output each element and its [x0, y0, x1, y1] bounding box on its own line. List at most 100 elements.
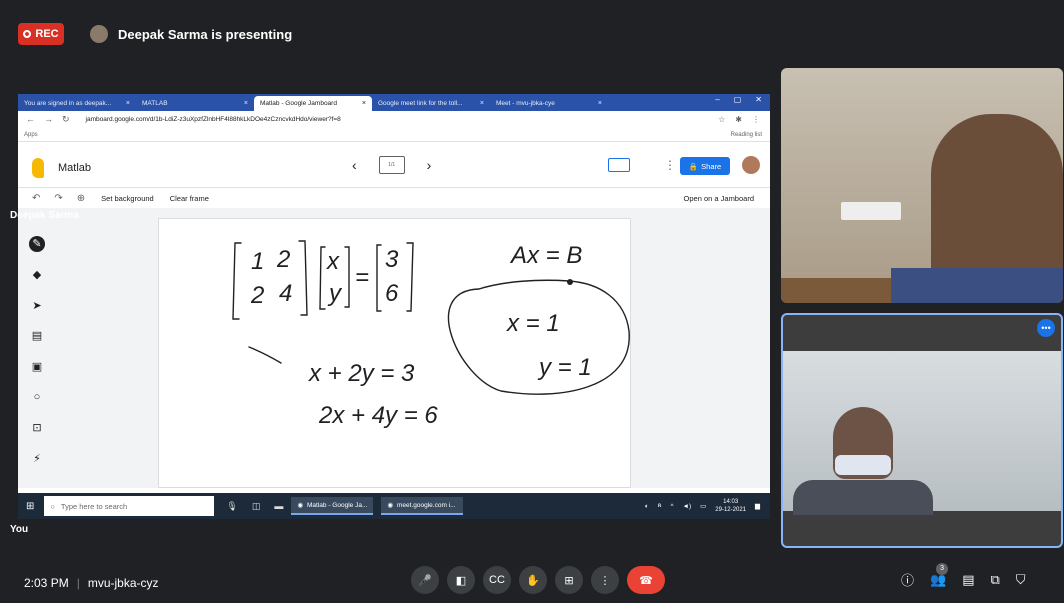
close-icon[interactable]: × [126, 100, 130, 107]
close-icon[interactable]: × [244, 100, 248, 107]
chrome-icon: ◉ [387, 502, 394, 509]
participant-name: Deepak Sarma [10, 210, 79, 221]
file-explorer-icon[interactable]: ▬ [274, 501, 283, 512]
browser-tab[interactable]: You are signed in as deepak... × [18, 96, 136, 111]
set-background-button[interactable]: Set background [101, 194, 154, 203]
taskbar-app[interactable]: ◉ Matlab - Google Ja... [291, 497, 374, 515]
meeting-time: 2:03 PM [24, 576, 69, 590]
frame-thumbnail[interactable]: 1/1 [378, 156, 405, 174]
redo-icon[interactable]: ↷ [54, 193, 62, 204]
select-icon[interactable]: ➤ [29, 297, 45, 313]
text-box-icon[interactable]: ⊡ [29, 420, 45, 436]
close-icon[interactable]: × [598, 100, 602, 107]
circle-icon[interactable]: ○ [29, 389, 45, 405]
participant-video [835, 455, 891, 475]
more-vert-icon[interactable]: ⋮ [664, 158, 676, 172]
close-window-icon[interactable]: ✕ [755, 95, 762, 104]
host-controls-icon[interactable]: ⛉ [1016, 572, 1026, 588]
browser-tab[interactable]: Meet - mvu-jbka-cye × [490, 96, 608, 111]
task-view-icon[interactable]: ◫ [252, 501, 261, 512]
pen-icon[interactable]: ✎ [29, 236, 45, 252]
system-tray: ◐ ጸ ^ ◄) ▭ 14:03 29-12-2021 ▆ [645, 498, 760, 514]
drawing-tools: ✎ ◆ ➤ ▤ ▣ ○ ⊡ ⚡ [24, 236, 50, 466]
close-icon[interactable]: × [480, 100, 484, 107]
matrix-bracket-right [298, 240, 308, 316]
more-options-button[interactable]: ⋮ [591, 566, 619, 594]
raise-hand-button[interactable]: ✋ [519, 566, 547, 594]
end-call-button[interactable]: ☎ [627, 566, 665, 594]
image-icon[interactable]: ▣ [29, 359, 45, 375]
taskbar-app[interactable]: ◉ meet.google.com i... [381, 497, 464, 515]
avatar[interactable] [742, 156, 760, 174]
captions-button[interactable]: CC [483, 566, 511, 594]
maximize-icon[interactable]: ▢ [734, 95, 742, 104]
vector-bracket-left [376, 244, 382, 312]
eraser-icon[interactable]: ◆ [29, 267, 45, 283]
prev-frame-icon[interactable]: ‹ [352, 157, 357, 173]
reading-list[interactable]: Reading list [731, 132, 762, 138]
browser-tab[interactable]: Google meet link for the toll... × [372, 96, 490, 111]
vector-entry: 3 [385, 246, 399, 273]
present-to-meeting-icon[interactable] [608, 158, 630, 172]
undo-icon[interactable]: ↶ [32, 193, 40, 204]
mic-icon[interactable]: 🎙 [226, 501, 237, 512]
vector-entry: y [327, 280, 343, 307]
extensions-icon[interactable]: ✱ [735, 115, 742, 124]
browser-tab-strip: You are signed in as deepak... × MATLAB × … [18, 94, 770, 111]
solution-y: y = 1 [537, 354, 592, 381]
jam-title[interactable]: Matlab [58, 162, 91, 174]
people-count-badge: 3 [936, 562, 949, 575]
taskbar-search[interactable]: ○ Type here to search [44, 496, 215, 516]
info-icon[interactable]: ⓘ [901, 570, 914, 589]
forward-icon[interactable]: → [44, 114, 53, 125]
zoom-icon[interactable]: ⊕ [77, 193, 85, 204]
next-frame-icon[interactable]: › [427, 157, 432, 173]
network-icon[interactable]: ▭ [700, 502, 706, 510]
equation-ax-b: Ax = B [509, 242, 582, 269]
chevron-up-icon[interactable]: ^ [670, 503, 673, 510]
open-on-jamboard-button[interactable]: Open on a Jamboard [684, 194, 754, 203]
video-feed [841, 202, 901, 220]
windows-start-icon[interactable]: ⊞ [26, 501, 34, 512]
share-button[interactable]: 🔒 Share [680, 157, 730, 175]
more-horiz-icon[interactable]: ••• [1037, 319, 1055, 337]
browser-tab[interactable]: MATLAB × [136, 96, 254, 111]
meeting-code[interactable]: mvu-jbka-cyz [88, 576, 159, 590]
url-text[interactable]: jamboard.google.com/d/1b-LdiZ-z3uXpzfZln… [86, 116, 341, 123]
pen-dot [567, 279, 573, 285]
lock-icon: 🔒 [688, 161, 699, 171]
jam-board[interactable]: 1 2 2 4 x y = 3 6 Ax = B x + 2y = 3 2x +… [158, 218, 631, 488]
volume-icon[interactable]: ◄) [683, 503, 692, 510]
minimize-icon[interactable]: – [715, 95, 719, 104]
reload-icon[interactable]: ↻ [62, 114, 70, 125]
presenting-text: Deepak Sarma is presenting [118, 26, 293, 42]
taskbar-clock[interactable]: 14:03 29-12-2021 [715, 498, 746, 514]
mic-button[interactable]: 🎤 [411, 566, 439, 594]
present-button[interactable]: ⊞ [555, 566, 583, 594]
recording-badge: REC [18, 23, 64, 45]
participant-tile-self[interactable]: ••• [781, 313, 1063, 548]
activities-icon[interactable]: ⧉ [991, 572, 1000, 588]
notification-icon[interactable]: ▆ [755, 502, 760, 510]
back-icon[interactable]: ← [26, 114, 35, 125]
vector-bracket-right [344, 246, 350, 308]
participant-tile[interactable] [781, 68, 1063, 303]
close-icon[interactable]: × [362, 100, 366, 107]
chrome-icon: ◉ [297, 502, 304, 509]
matrix-entry: 2 [250, 282, 264, 309]
sticky-note-icon[interactable]: ▤ [29, 328, 45, 344]
app-tray-icon[interactable]: ◐ [645, 503, 649, 510]
stray-stroke [248, 346, 282, 364]
clear-frame-button[interactable]: Clear frame [170, 194, 209, 203]
people-icon[interactable]: ጸ [658, 502, 662, 510]
chat-icon[interactable]: ▤ [962, 572, 974, 588]
more-vert-icon[interactable]: ⋮ [752, 115, 760, 124]
rec-label: REC [35, 28, 59, 40]
apps-shortcut[interactable]: Apps [24, 132, 38, 138]
laser-icon[interactable]: ⚡ [29, 450, 45, 466]
browser-tab-active[interactable]: Matlab - Google Jamboard × [254, 96, 372, 111]
star-icon[interactable]: ☆ [718, 115, 725, 124]
camera-button[interactable]: ◧ [447, 566, 475, 594]
people-button[interactable]: 👥 3 [930, 562, 949, 588]
jamboard-logo-icon [32, 158, 44, 178]
